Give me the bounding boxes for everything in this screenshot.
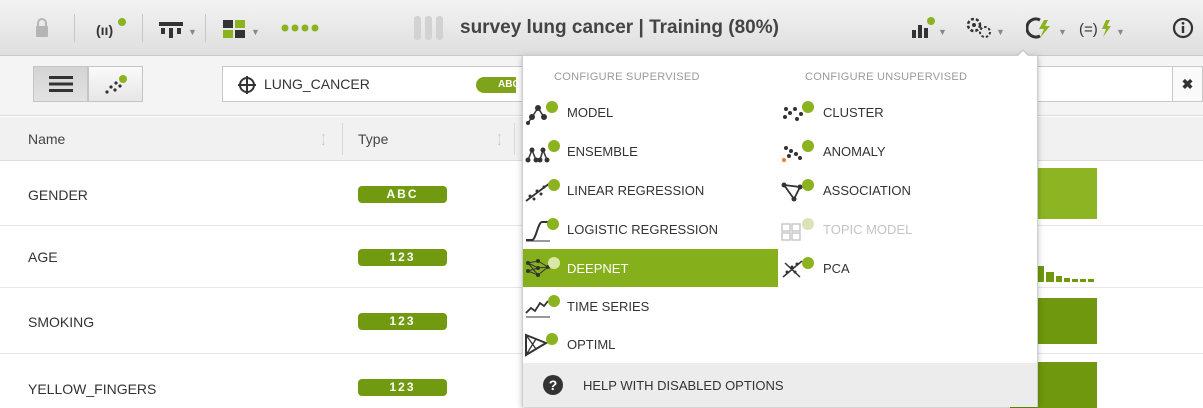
topic-model-icon — [779, 214, 819, 244]
svg-text:(ıı): (ıı) — [96, 22, 113, 38]
column-header-type[interactable]: Type — [358, 117, 388, 161]
list-view-button[interactable] — [33, 66, 88, 102]
menu-item-label: PCA — [823, 260, 850, 276]
field-type-badge: 123 — [358, 379, 447, 396]
histogram-bar — [1064, 278, 1070, 282]
field-type-badge: 123 — [358, 249, 447, 266]
menu-item-deepnet[interactable]: DEEPNET — [523, 249, 778, 287]
list-icon — [48, 76, 73, 92]
models-icon[interactable]: ▼ — [221, 14, 260, 42]
cluster-icon — [779, 97, 819, 127]
field-name: GENDER — [28, 187, 88, 203]
dots-icon[interactable] — [280, 14, 324, 42]
menu-item-label: ANOMALY — [823, 143, 886, 159]
column-header-name[interactable]: Name — [28, 117, 65, 161]
field-type-badge: 123 — [358, 313, 447, 330]
field-name: YELLOW_FINGERS — [28, 381, 157, 397]
menu-item-cluster[interactable]: CLUSTER — [779, 93, 1037, 131]
column-divider — [514, 123, 515, 155]
menu-item-association[interactable]: ASSOCIATION — [779, 171, 1037, 209]
actions-icon[interactable]: ▼ — [1026, 14, 1067, 42]
help-disabled-options[interactable]: ? HELP WITH DISABLED OPTIONS — [523, 363, 1037, 407]
configure-menu: CONFIGURE SUPERVISED CONFIGURE UNSUPERVI… — [522, 55, 1038, 407]
anomaly-icon — [779, 136, 819, 166]
scatter-view-button[interactable] — [88, 66, 143, 102]
menu-item-label: LOGISTIC REGRESSION — [567, 221, 718, 237]
field-name: SMOKING — [28, 314, 95, 330]
toolbar-divider — [142, 14, 143, 42]
sort-icon[interactable]: ↑ ↓ — [321, 132, 326, 147]
scatter-icon — [104, 75, 127, 94]
association-icon — [779, 175, 819, 205]
histogram-bar — [1088, 279, 1094, 282]
sort-icon[interactable]: ↑ ↓ — [497, 132, 502, 147]
model-icon — [523, 97, 563, 127]
target-icon — [238, 76, 256, 94]
menu-item-label: LINEAR REGRESSION — [567, 182, 705, 198]
menu-item-pca[interactable]: PCA — [779, 249, 1037, 287]
menu-item-linear-regression[interactable]: LINEAR REGRESSION — [523, 171, 778, 209]
menu-item-anomaly[interactable]: ANOMALY — [779, 132, 1037, 170]
toolbar-divider — [205, 14, 206, 42]
chart-icon[interactable]: ▼ — [910, 14, 947, 42]
toolbar-divider — [74, 14, 75, 42]
help-icon: ? — [543, 375, 563, 395]
top-toolbar: (ıı) ▼ ▼ survey lung cancer | Training (… — [0, 0, 1203, 56]
field-name: AGE — [28, 249, 58, 265]
progress-icon — [412, 14, 448, 42]
menu-item-label: DEEPNET — [567, 260, 629, 276]
page-title: survey lung cancer | Training (80%) — [460, 17, 779, 38]
histogram-bar — [1080, 279, 1086, 282]
settings-icon[interactable]: ▼ — [964, 14, 1005, 42]
objective-field-name: LUNG_CANCER — [264, 76, 370, 92]
histogram-bar — [1056, 276, 1062, 282]
menu-item-topic-model[interactable]: TOPIC MODEL — [779, 210, 1037, 248]
menu-pointer-inner — [1017, 51, 1029, 57]
menu-item-optiml[interactable]: OPTIML — [523, 325, 778, 363]
help-label: HELP WITH DISABLED OPTIONS — [583, 377, 784, 393]
histogram-bar — [1046, 272, 1054, 282]
pca-icon — [779, 253, 819, 283]
menu-item-time-series[interactable]: TIME SERIES — [523, 287, 778, 325]
column-divider — [342, 123, 343, 155]
info-icon[interactable] — [1172, 14, 1194, 42]
logistic-regression-icon — [523, 214, 563, 244]
menu-item-label: ASSOCIATION — [823, 182, 911, 198]
objective-type-badge: ABC — [476, 77, 516, 93]
time-series-icon — [523, 291, 563, 321]
linear-regression-icon — [523, 175, 563, 205]
deepnet-icon — [523, 253, 563, 283]
menu-item-label: TOPIC MODEL — [823, 221, 913, 237]
menu-item-label: MODEL — [567, 104, 614, 120]
menu-item-logistic-regression[interactable]: LOGISTIC REGRESSION — [523, 210, 778, 248]
menu-item-label: TIME SERIES — [567, 298, 650, 314]
lock-icon[interactable] — [34, 14, 50, 42]
menu-item-ensemble[interactable]: ENSEMBLE — [523, 132, 778, 170]
sources-icon[interactable]: (ıı) — [94, 14, 130, 42]
unsupervised-heading: CONFIGURE UNSUPERVISED — [805, 71, 968, 83]
supervised-heading: CONFIGURE SUPERVISED — [554, 71, 700, 83]
formula-icon[interactable]: (=) ▼ — [1078, 14, 1125, 42]
menu-item-model[interactable]: MODEL — [523, 93, 778, 131]
menu-item-label: OPTIML — [567, 336, 616, 352]
ensemble-icon — [523, 136, 563, 166]
menu-item-label: CLUSTER — [823, 104, 884, 120]
svg-text:(=): (=) — [1079, 21, 1098, 38]
menu-item-label: ENSEMBLE — [567, 143, 638, 159]
optiml-icon — [523, 329, 563, 359]
datasets-icon[interactable]: ▼ — [156, 14, 197, 42]
histogram-bar — [1072, 279, 1078, 282]
clear-button[interactable]: ✖ — [1173, 66, 1203, 102]
histogram-bar — [1038, 266, 1044, 282]
field-type-badge: ABC — [358, 186, 447, 203]
